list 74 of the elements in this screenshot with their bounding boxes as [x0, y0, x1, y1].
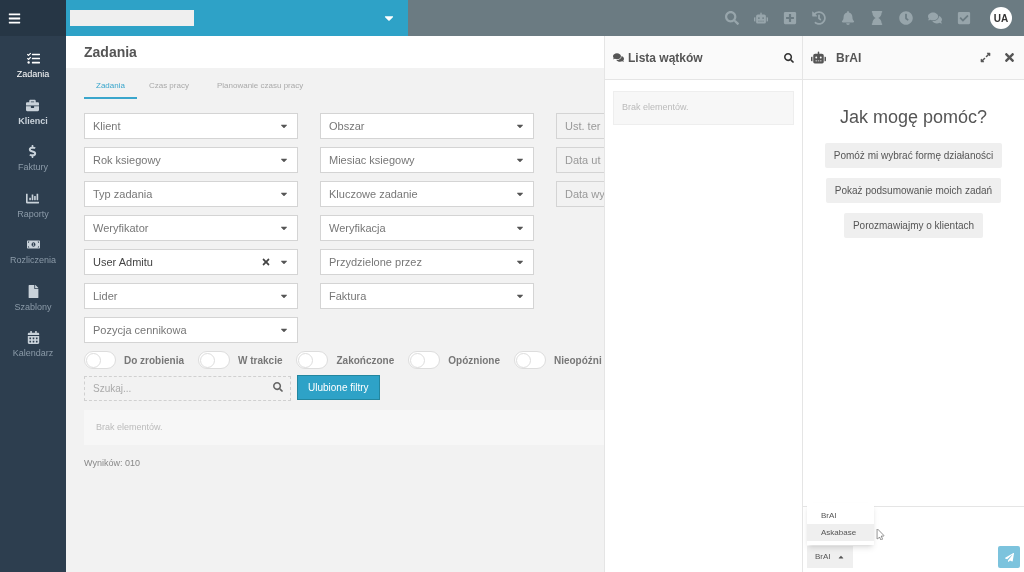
page-title: Zadania	[84, 42, 137, 62]
menu-item[interactable]: Askabase	[807, 524, 874, 541]
select-field[interactable]: Klient	[84, 113, 298, 139]
select-field[interactable]: Kluczowe zadanie	[320, 181, 534, 207]
robot-icon	[811, 50, 826, 65]
toggle-label: Do zrobienia	[124, 353, 184, 368]
select-field[interactable]: User Admitu	[84, 249, 298, 275]
clock-icon[interactable]	[899, 11, 913, 25]
toggle-switch[interactable]	[408, 351, 441, 369]
sidebar-item[interactable]: Zadania	[16, 52, 50, 82]
sidebar-item[interactable]: Szablony	[14, 284, 52, 314]
select-field[interactable]: Lider	[84, 283, 298, 309]
clear-icon[interactable]	[261, 257, 271, 267]
tab[interactable]: Zadania	[84, 80, 137, 99]
select-field[interactable]: Przydzielone przez	[320, 249, 534, 275]
suggestion-button[interactable]: Porozmawiajmy o klientach	[843, 213, 984, 238]
select-field[interactable]: Obszar	[320, 113, 534, 139]
hourglass-icon[interactable]	[870, 11, 884, 25]
date-field[interactable]: Data ut	[556, 147, 604, 173]
sidebar-item[interactable]: Raporty	[17, 191, 49, 221]
history-icon[interactable]	[812, 11, 826, 25]
sidebar-item[interactable]: Rozliczenia	[10, 238, 56, 268]
menu-icon[interactable]	[8, 11, 21, 25]
bar-chart-icon	[26, 191, 40, 205]
select-field[interactable]: Rok ksiegowy	[84, 147, 298, 173]
sidebar-item[interactable]: Klienci	[18, 98, 48, 128]
send-button[interactable]	[998, 546, 1020, 568]
avatar[interactable]: UA	[990, 7, 1012, 29]
cursor-icon	[875, 529, 886, 540]
toggle-switch[interactable]	[84, 351, 116, 369]
assistant-heading: Jak mogę pomóc?	[839, 106, 988, 129]
panel-title: Lista wątków	[628, 49, 704, 67]
select-field[interactable]: Faktura	[320, 283, 534, 309]
bell-icon[interactable]	[841, 11, 855, 25]
calendar-icon	[26, 331, 40, 344]
suggestion-button[interactable]: Pomóż mi wybrać formę działaności	[824, 143, 1003, 168]
model-button[interactable]: BrAI	[807, 546, 853, 568]
sidebar-item[interactable]: Kalendarz	[12, 331, 54, 361]
toggle-label: Zakończone	[336, 353, 395, 368]
date-field[interactable]: Data wy	[556, 181, 604, 207]
select-field[interactable]: Typ zadania	[84, 181, 298, 207]
selector-field[interactable]	[70, 10, 194, 26]
send-icon	[1004, 552, 1014, 562]
select-field[interactable]: Weryfikacja	[320, 215, 534, 241]
tasks-icon	[26, 52, 40, 65]
toggle-switch[interactable]	[296, 351, 329, 369]
toggle-label: Nieopóźni	[553, 353, 602, 368]
select-field[interactable]: Miesiac ksiegowy	[320, 147, 534, 173]
select-field[interactable]: Pozycja cennikowa	[84, 317, 298, 343]
close-icon[interactable]	[1003, 51, 1016, 64]
file-icon	[26, 284, 40, 298]
banknote-icon	[26, 238, 40, 251]
checkbox-icon[interactable]	[957, 11, 971, 25]
toggle-switch[interactable]	[198, 351, 230, 369]
robot-icon[interactable]	[754, 11, 768, 25]
search-icon[interactable]	[273, 382, 283, 392]
toggle-label: W trakcie	[238, 353, 283, 368]
select-field[interactable]: Weryfikator	[84, 215, 298, 241]
sidebar-item[interactable]: Faktury	[18, 145, 48, 175]
top-bar-selector[interactable]	[66, 0, 408, 36]
expand-icon[interactable]	[980, 52, 991, 63]
chat-icon[interactable]	[928, 11, 942, 25]
toggle-label: Opóznione	[448, 353, 500, 368]
suggestion-button[interactable]: Pokaż podsumowanie moich zadań	[825, 178, 1002, 203]
caret-icon	[836, 553, 845, 561]
briefcase-icon	[26, 98, 40, 112]
search-icon[interactable]	[784, 52, 794, 63]
date-field[interactable]: Ust. ter	[556, 113, 604, 139]
toggle-switch[interactable]	[513, 351, 546, 369]
menu-item[interactable]: BrAI	[807, 507, 874, 524]
chat-icon	[613, 52, 624, 63]
panel-title: BrAI	[836, 49, 863, 67]
favorites-button[interactable]: Ulubione filtry	[297, 375, 380, 400]
results-count: Wyników: 010	[84, 457, 141, 470]
